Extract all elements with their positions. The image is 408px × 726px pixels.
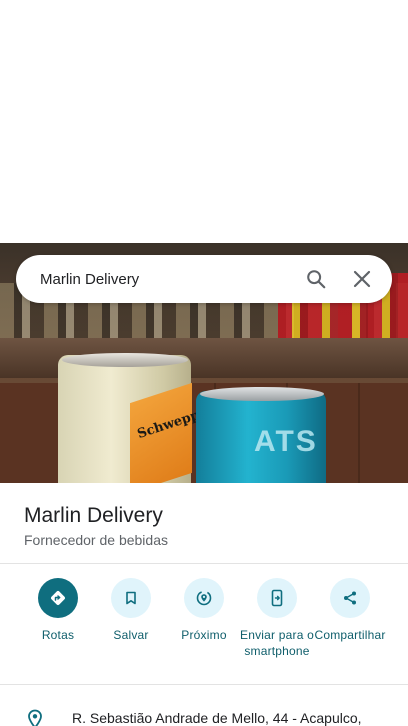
bookmark-icon	[111, 578, 151, 618]
address-row[interactable]: R. Sebastião Andrade de Mello, 44 - Acap…	[0, 700, 408, 726]
map-blank-area	[0, 0, 408, 243]
place-title: Marlin Delivery	[24, 504, 163, 527]
share-label: Compartilhar	[314, 628, 386, 642]
save-button[interactable]: Salvar	[93, 578, 169, 643]
search-query[interactable]: Marlin Delivery	[40, 271, 302, 288]
photo-can-text: ATS	[254, 425, 318, 458]
close-icon[interactable]	[348, 265, 376, 293]
action-buttons: Rotas Salvar Próximo Enviar para o smart…	[0, 578, 408, 676]
send-to-phone-label: Enviar para o smartphone	[240, 628, 314, 658]
divider	[0, 563, 408, 564]
nearby-icon	[184, 578, 224, 618]
save-label: Salvar	[113, 628, 149, 642]
share-icon	[330, 578, 370, 618]
location-pin-icon	[26, 709, 44, 726]
nearby-button[interactable]: Próximo	[166, 578, 242, 643]
photo-can-top	[200, 387, 324, 401]
directions-button[interactable]: Rotas	[20, 578, 96, 643]
search-icon[interactable]	[302, 265, 330, 293]
send-to-phone-button[interactable]: Enviar para o smartphone	[239, 578, 315, 659]
share-button[interactable]: Compartilhar	[312, 578, 388, 643]
directions-label: Rotas	[41, 628, 75, 642]
send-to-phone-icon	[257, 578, 297, 618]
photo-can-top	[62, 353, 188, 367]
address-text: R. Sebastião Andrade de Mello, 44 - Acap…	[72, 710, 362, 726]
divider	[0, 684, 408, 685]
directions-icon	[38, 578, 78, 618]
place-category: Fornecedor de bebidas	[24, 532, 168, 548]
nearby-label: Próximo	[181, 628, 227, 642]
place-header: Marlin Delivery Fornecedor de bebidas	[0, 483, 408, 563]
search-bar[interactable]: Marlin Delivery	[16, 255, 392, 303]
